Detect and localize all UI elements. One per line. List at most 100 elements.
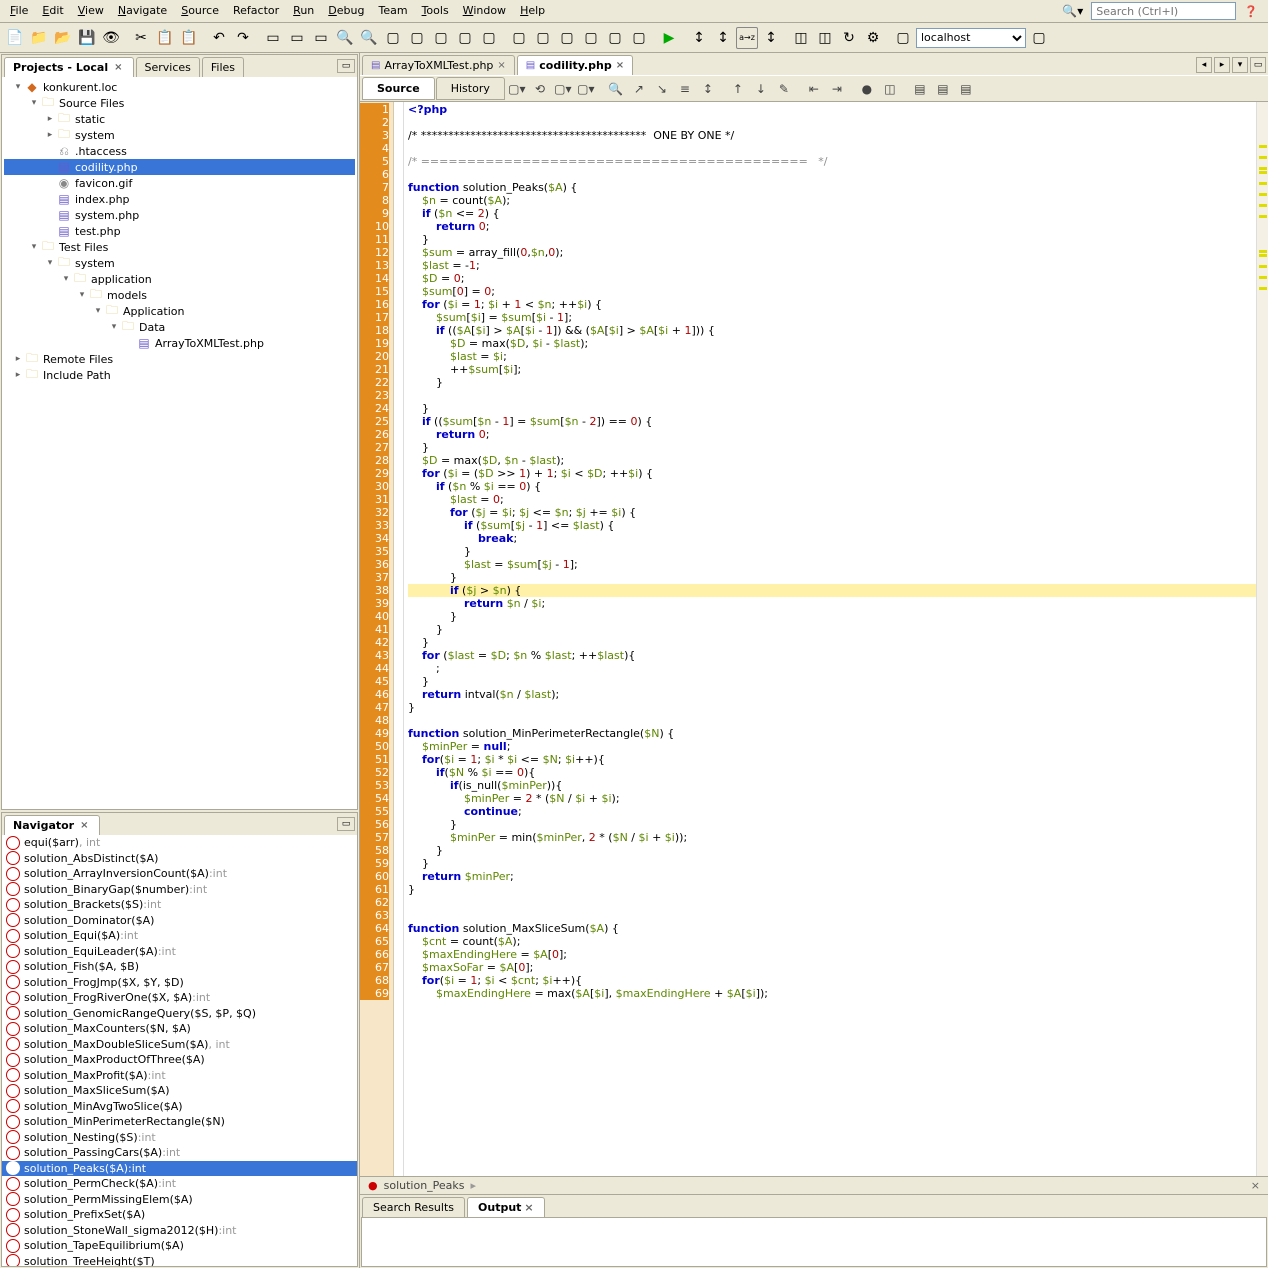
tb1[interactable]: ▭ [262, 27, 284, 49]
menu-run[interactable]: Run [287, 2, 320, 20]
nav-item[interactable]: solution_MinPerimeterRectangle($N) [2, 1114, 357, 1130]
zoom-in-btn[interactable]: 🔍 [358, 27, 380, 49]
maximize-btn[interactable]: ▭ [1250, 57, 1266, 73]
menu-navigate[interactable]: Navigate [112, 2, 173, 20]
nav-item[interactable]: solution_PermCheck($A):int [2, 1176, 357, 1192]
nav-item[interactable]: solution_MaxProfit($A):int [2, 1068, 357, 1084]
twisty-icon[interactable]: ▸ [12, 370, 24, 380]
editor-tool-btn[interactable]: ↘ [651, 78, 673, 100]
twisty-icon[interactable]: ▾ [108, 322, 120, 332]
tree-item-system[interactable]: ▾🗀system [4, 255, 355, 271]
tb2[interactable]: ▭ [286, 27, 308, 49]
tb8[interactable]: ▢ [478, 27, 500, 49]
menu-window[interactable]: Window [457, 2, 512, 20]
tree-item-system-php[interactable]: ▤system.php [4, 207, 355, 223]
search-input[interactable] [1091, 2, 1236, 20]
nav-item[interactable]: solution_TapeEquilibrium($A) [2, 1238, 357, 1254]
tree-item-codility-php[interactable]: ▤codility.php [4, 159, 355, 175]
tb3[interactable]: ▭ [310, 27, 332, 49]
nav-item[interactable]: solution_Dominator($A) [2, 913, 357, 929]
host-combo[interactable]: localhost [916, 28, 1026, 48]
editor-tool-btn[interactable]: ⟲ [529, 78, 551, 100]
navigator-list[interactable]: equi($arr), intsolution_AbsDistinct($A)s… [2, 835, 357, 1266]
nav-item[interactable]: solution_TreeHeight($T) [2, 1254, 357, 1267]
twisty-icon[interactable]: ▾ [12, 82, 24, 92]
editor-tool-btn[interactable]: ↕ [697, 78, 719, 100]
tb9[interactable]: ▢ [508, 27, 530, 49]
tree-item-remote-files[interactable]: ▸🗀Remote Files [4, 351, 355, 367]
cut-btn[interactable]: ✂ [130, 27, 152, 49]
tb10[interactable]: ▢ [532, 27, 554, 49]
twisty-icon[interactable]: ▾ [28, 242, 40, 252]
redo-btn[interactable]: ↷ [232, 27, 254, 49]
nav-item[interactable]: solution_Equi($A):int [2, 928, 357, 944]
tree-item-test-php[interactable]: ▤test.php [4, 223, 355, 239]
tb4[interactable]: ▢ [382, 27, 404, 49]
editor-tool-btn[interactable]: ▤ [955, 78, 977, 100]
editor-tool-btn[interactable]: ↓ [750, 78, 772, 100]
tree-item-application[interactable]: ▾🗀Application [4, 303, 355, 319]
editor-tab-ArrayToXMLTest-php[interactable]: ▤ArrayToXMLTest.php× [362, 55, 515, 75]
nav-item[interactable]: solution_MinAvgTwoSlice($A) [2, 1099, 357, 1115]
tree-item-static[interactable]: ▸🗀static [4, 111, 355, 127]
tb13[interactable]: ▢ [604, 27, 626, 49]
new-file-btn[interactable]: 📄 [4, 27, 26, 49]
editor-tool-btn[interactable]: ▤ [909, 78, 931, 100]
nav-item[interactable]: solution_StoneWall_sigma2012($H):int [2, 1223, 357, 1239]
twisty-icon[interactable]: ▾ [60, 274, 72, 284]
editor-tool-btn[interactable]: ↑ [727, 78, 749, 100]
scroll-right-btn[interactable]: ▸ [1214, 57, 1230, 73]
nav-item[interactable]: solution_MaxDoubleSliceSum($A), int [2, 1037, 357, 1053]
nav-item[interactable]: solution_Peaks($A):int [2, 1161, 357, 1177]
run-btn[interactable]: ▶ [658, 27, 680, 49]
paste-btn[interactable]: 📋 [178, 27, 200, 49]
sort4[interactable]: ↕ [760, 27, 782, 49]
nav-item[interactable]: equi($arr), int [2, 835, 357, 851]
tb6[interactable]: ▢ [430, 27, 452, 49]
undo-btn[interactable]: ↶ [208, 27, 230, 49]
sort2[interactable]: ↕ [712, 27, 734, 49]
editor-tool-btn[interactable]: ▤ [932, 78, 954, 100]
editor-tool-btn[interactable]: ▢▾ [506, 78, 528, 100]
tree-item-arraytoxmltest-php[interactable]: ▤ArrayToXMLTest.php [4, 335, 355, 351]
nav-item[interactable]: solution_PermMissingElem($A) [2, 1192, 357, 1208]
scroll-left-btn[interactable]: ◂ [1196, 57, 1212, 73]
host-opt[interactable]: ▢ [1028, 27, 1050, 49]
tree-item-index-php[interactable]: ▤index.php [4, 191, 355, 207]
editor-tool-btn[interactable]: ⇤ [803, 78, 825, 100]
editor-tool-btn[interactable]: ● [856, 78, 878, 100]
nav-item[interactable]: solution_PassingCars($A):int [2, 1145, 357, 1161]
tree-item-test-files[interactable]: ▾🗀Test Files [4, 239, 355, 255]
tree-item-data[interactable]: ▾🗀Data [4, 319, 355, 335]
nav-item[interactable]: solution_Brackets($S):int [2, 897, 357, 913]
menu-file[interactable]: File [4, 2, 34, 20]
fold-strip[interactable] [394, 102, 404, 1176]
panel-tab-files[interactable]: Files [202, 57, 244, 77]
tree-item-konkurent-loc[interactable]: ▾◆konkurent.loc [4, 79, 355, 95]
tb7[interactable]: ▢ [454, 27, 476, 49]
tree-item-include-path[interactable]: ▸🗀Include Path [4, 367, 355, 383]
breadcrumb-close[interactable]: × [1251, 1179, 1260, 1192]
nav-item[interactable]: solution_MaxProductOfThree($A) [2, 1052, 357, 1068]
tb14[interactable]: ▢ [628, 27, 650, 49]
nav-item[interactable]: solution_FrogJmp($X, $Y, $D) [2, 975, 357, 991]
view-source[interactable]: Source [362, 77, 435, 100]
minimize-btn[interactable]: ▭ [337, 817, 355, 831]
twisty-icon[interactable]: ▾ [44, 258, 56, 268]
twisty-icon[interactable]: ▸ [44, 130, 56, 140]
editor-tool-btn[interactable]: ✎ [773, 78, 795, 100]
menu-help[interactable]: Help [514, 2, 551, 20]
tree-item-system[interactable]: ▸🗀system [4, 127, 355, 143]
copy-btn[interactable]: 📋 [154, 27, 176, 49]
tb5[interactable]: ▢ [406, 27, 428, 49]
editor-tool-btn[interactable]: ▢▾ [575, 78, 597, 100]
editor-tool-btn[interactable]: ↗ [628, 78, 650, 100]
editor-tool-btn[interactable]: ⇥ [826, 78, 848, 100]
bottom-tab-output[interactable]: Output × [467, 1197, 545, 1217]
nav-item[interactable]: solution_AbsDistinct($A) [2, 851, 357, 867]
minimize-btn[interactable]: ▭ [337, 59, 355, 73]
navigator-tab[interactable]: Navigator × [4, 815, 100, 835]
tb11[interactable]: ▢ [556, 27, 578, 49]
nav-item[interactable]: solution_MaxCounters($N, $A) [2, 1021, 357, 1037]
nav-item[interactable]: solution_GenomicRangeQuery($S, $P, $Q) [2, 1006, 357, 1022]
